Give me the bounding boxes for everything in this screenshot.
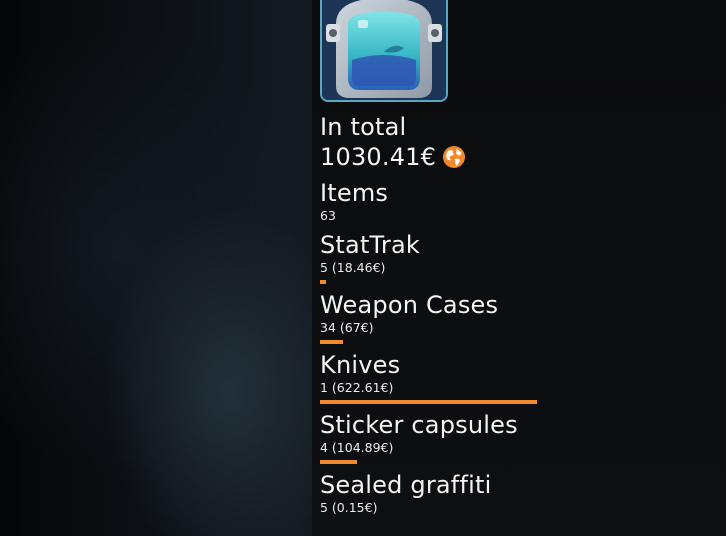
share-bar — [320, 280, 326, 284]
share-bar — [320, 460, 357, 464]
stat-title: Items — [320, 179, 389, 207]
astronaut-helmet-avatar[interactable] — [320, 0, 448, 102]
total-label: In total — [320, 113, 407, 141]
share-bar — [320, 400, 537, 404]
stat-value: 34 (67€) — [320, 320, 374, 335]
stat-value: 4 (104.89€) — [320, 440, 394, 455]
total-value: 1030.41€ — [320, 143, 437, 171]
stat-sticker-capsules: Sticker capsules 4 (104.89€) — [320, 410, 720, 464]
stat-title: StatTrak — [320, 231, 420, 259]
stat-title: Weapon Cases — [320, 291, 499, 319]
stats-content: In total 1030.41€ Items 63 StatTrak 5 (1… — [320, 112, 720, 516]
stat-value: 5 (0.15€) — [320, 500, 378, 515]
stat-value: 5 (18.46€) — [320, 260, 386, 275]
share-bar — [320, 340, 343, 344]
stat-value: 1 (622.61€) — [320, 380, 394, 395]
stat-title: Sealed graffiti — [320, 471, 492, 499]
stat-items: Items 63 — [320, 178, 720, 224]
stat-knives: Knives 1 (622.61€) — [320, 350, 720, 404]
stat-weapon-cases: Weapon Cases 34 (67€) — [320, 290, 720, 344]
stat-stattrak: StatTrak 5 (18.46€) — [320, 230, 720, 284]
stat-sealed-graffiti: Sealed graffiti 5 (0.15€) — [320, 470, 720, 516]
helmet-image — [322, 0, 446, 100]
total-row: 1030.41€ — [320, 142, 720, 172]
stat-title: Sticker capsules — [320, 411, 518, 439]
inventory-stats-page: In total 1030.41€ Items 63 StatTrak 5 (1… — [0, 0, 726, 536]
stat-title: Knives — [320, 351, 401, 379]
stat-value: 63 — [320, 208, 336, 223]
globe-icon[interactable] — [442, 145, 466, 169]
